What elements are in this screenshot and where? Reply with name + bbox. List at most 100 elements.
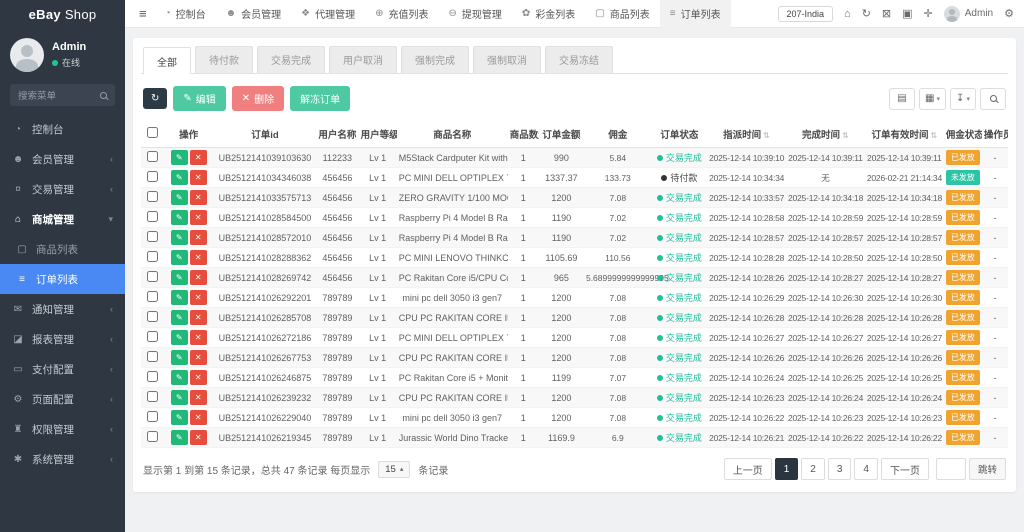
sidebar-search-input[interactable]: 搜索菜单	[10, 84, 115, 106]
row-checkbox[interactable]	[147, 211, 158, 222]
row-checkbox[interactable]	[147, 191, 158, 202]
sidebar-item-商品列表[interactable]: ▢商品列表	[0, 234, 125, 264]
sidebar-item-支付配置[interactable]: ▭支付配置‹	[0, 354, 125, 384]
row-edit-button[interactable]: ✎	[171, 210, 188, 225]
filter-tab-交易完成[interactable]: 交易完成	[257, 46, 325, 73]
columns-button[interactable]: ▦▾	[919, 88, 946, 110]
delete-button[interactable]: ✕删除	[232, 86, 284, 111]
sidebar-item-权限管理[interactable]: ♜权限管理‹	[0, 414, 125, 444]
row-edit-button[interactable]: ✎	[171, 290, 188, 305]
row-edit-button[interactable]: ✎	[171, 350, 188, 365]
hamburger-icon[interactable]: ≡	[131, 6, 155, 21]
sidebar-item-系统管理[interactable]: ✱系统管理‹	[0, 444, 125, 474]
sidebar-item-商城管理[interactable]: ⌂商城管理▾	[0, 204, 125, 234]
row-edit-button[interactable]: ✎	[171, 150, 188, 165]
row-checkbox[interactable]	[147, 331, 158, 342]
toggle-pagination-button[interactable]: ▤	[889, 88, 915, 110]
search-button[interactable]	[980, 88, 1006, 110]
topnav-tab-彩金列表[interactable]: ✿彩金列表	[512, 0, 585, 28]
row-checkbox[interactable]	[147, 411, 158, 422]
row-delete-button[interactable]: ✕	[190, 250, 207, 265]
topnav-tab-代理管理[interactable]: ❖代理管理	[291, 0, 365, 28]
row-delete-button[interactable]: ✕	[190, 230, 207, 245]
row-delete-button[interactable]: ✕	[190, 390, 207, 405]
topnav-tab-充值列表[interactable]: ⊕充值列表	[365, 0, 438, 28]
page-button-4[interactable]: 4	[854, 458, 878, 480]
topnav-tab-订单列表[interactable]: ≡订单列表	[660, 0, 731, 28]
refresh-button[interactable]: ↻	[143, 88, 167, 109]
sidebar-item-报表管理[interactable]: ◪报表管理‹	[0, 324, 125, 354]
row-edit-button[interactable]: ✎	[171, 410, 188, 425]
row-checkbox[interactable]	[147, 231, 158, 242]
refresh-icon[interactable]: ↻	[862, 7, 871, 20]
sort-icon[interactable]: ⇅	[930, 131, 937, 140]
sidebar-item-订单列表[interactable]: ≡订单列表	[0, 264, 125, 294]
trash-icon[interactable]: ⊠	[882, 7, 891, 20]
filter-tab-交易冻结[interactable]: 交易冻结	[545, 46, 613, 73]
sort-icon[interactable]: ⇅	[842, 131, 849, 140]
topnav-tab-提现管理[interactable]: ⊖提现管理	[439, 0, 512, 28]
row-edit-button[interactable]: ✎	[171, 250, 188, 265]
filter-tab-强制取消[interactable]: 强制取消	[473, 46, 541, 73]
row-delete-button[interactable]: ✕	[190, 310, 207, 325]
sidebar-item-会员管理[interactable]: ☻会员管理‹	[0, 144, 125, 174]
column-header-指派时间[interactable]: 指派时间⇅	[707, 121, 786, 148]
row-checkbox[interactable]	[147, 391, 158, 402]
column-header-完成时间[interactable]: 完成时间⇅	[786, 121, 865, 148]
sidebar-item-交易管理[interactable]: ¤交易管理‹	[0, 174, 125, 204]
jump-page-input[interactable]	[936, 458, 966, 480]
row-delete-button[interactable]: ✕	[190, 150, 207, 165]
row-edit-button[interactable]: ✎	[171, 230, 188, 245]
row-delete-button[interactable]: ✕	[190, 290, 207, 305]
row-edit-button[interactable]: ✎	[171, 330, 188, 345]
filter-tab-强制完成[interactable]: 强制完成	[401, 46, 469, 73]
sidebar-item-通知管理[interactable]: ✉通知管理‹	[0, 294, 125, 324]
region-button[interactable]: 207-India	[778, 6, 834, 22]
row-checkbox[interactable]	[147, 271, 158, 282]
sidebar-item-控制台[interactable]: ◔控制台	[0, 114, 125, 144]
page-button-1[interactable]: 1	[775, 458, 799, 480]
row-checkbox[interactable]	[147, 151, 158, 162]
row-delete-button[interactable]: ✕	[190, 190, 207, 205]
row-edit-button[interactable]: ✎	[171, 430, 188, 445]
column-header-订单有效时间[interactable]: 订单有效时间⇅	[865, 121, 944, 148]
settings-cogs-icon[interactable]: ⚙	[1004, 7, 1014, 20]
row-delete-button[interactable]: ✕	[190, 330, 207, 345]
row-checkbox[interactable]	[147, 351, 158, 362]
page-button-2[interactable]: 2	[801, 458, 825, 480]
topnav-tab-会员管理[interactable]: ☻会员管理	[216, 0, 292, 28]
row-edit-button[interactable]: ✎	[171, 270, 188, 285]
row-checkbox[interactable]	[147, 171, 158, 182]
filter-tab-全部[interactable]: 全部	[143, 47, 191, 74]
page-button-3[interactable]: 3	[828, 458, 852, 480]
row-checkbox[interactable]	[147, 431, 158, 442]
row-delete-button[interactable]: ✕	[190, 210, 207, 225]
row-delete-button[interactable]: ✕	[190, 170, 207, 185]
next-page-button[interactable]: 下一页	[881, 458, 929, 480]
export-button[interactable]: ↧▾	[950, 88, 976, 110]
row-delete-button[interactable]: ✕	[190, 270, 207, 285]
row-checkbox[interactable]	[147, 311, 158, 322]
row-delete-button[interactable]: ✕	[190, 430, 207, 445]
unfreeze-order-button[interactable]: 解冻订单	[290, 86, 350, 111]
page-size-select[interactable]: 15▴	[378, 461, 410, 478]
user-menu[interactable]: Admin	[944, 6, 993, 22]
row-edit-button[interactable]: ✎	[171, 310, 188, 325]
select-all-checkbox[interactable]	[147, 127, 158, 138]
row-edit-button[interactable]: ✎	[171, 390, 188, 405]
jump-button[interactable]: 跳转	[969, 458, 1006, 480]
prev-page-button[interactable]: 上一页	[724, 458, 772, 480]
row-edit-button[interactable]: ✎	[171, 170, 188, 185]
sidebar-item-页面配置[interactable]: ⚙页面配置‹	[0, 384, 125, 414]
home-icon[interactable]: ⌂	[844, 8, 851, 20]
row-delete-button[interactable]: ✕	[190, 370, 207, 385]
row-edit-button[interactable]: ✎	[171, 190, 188, 205]
row-checkbox[interactable]	[147, 371, 158, 382]
row-delete-button[interactable]: ✕	[190, 350, 207, 365]
file-icon[interactable]: ▣	[902, 7, 912, 20]
row-edit-button[interactable]: ✎	[171, 370, 188, 385]
row-checkbox[interactable]	[147, 291, 158, 302]
filter-tab-待付款[interactable]: 待付款	[195, 46, 253, 73]
fullscreen-icon[interactable]: ✛	[924, 7, 933, 20]
sort-icon[interactable]: ⇅	[763, 131, 770, 140]
